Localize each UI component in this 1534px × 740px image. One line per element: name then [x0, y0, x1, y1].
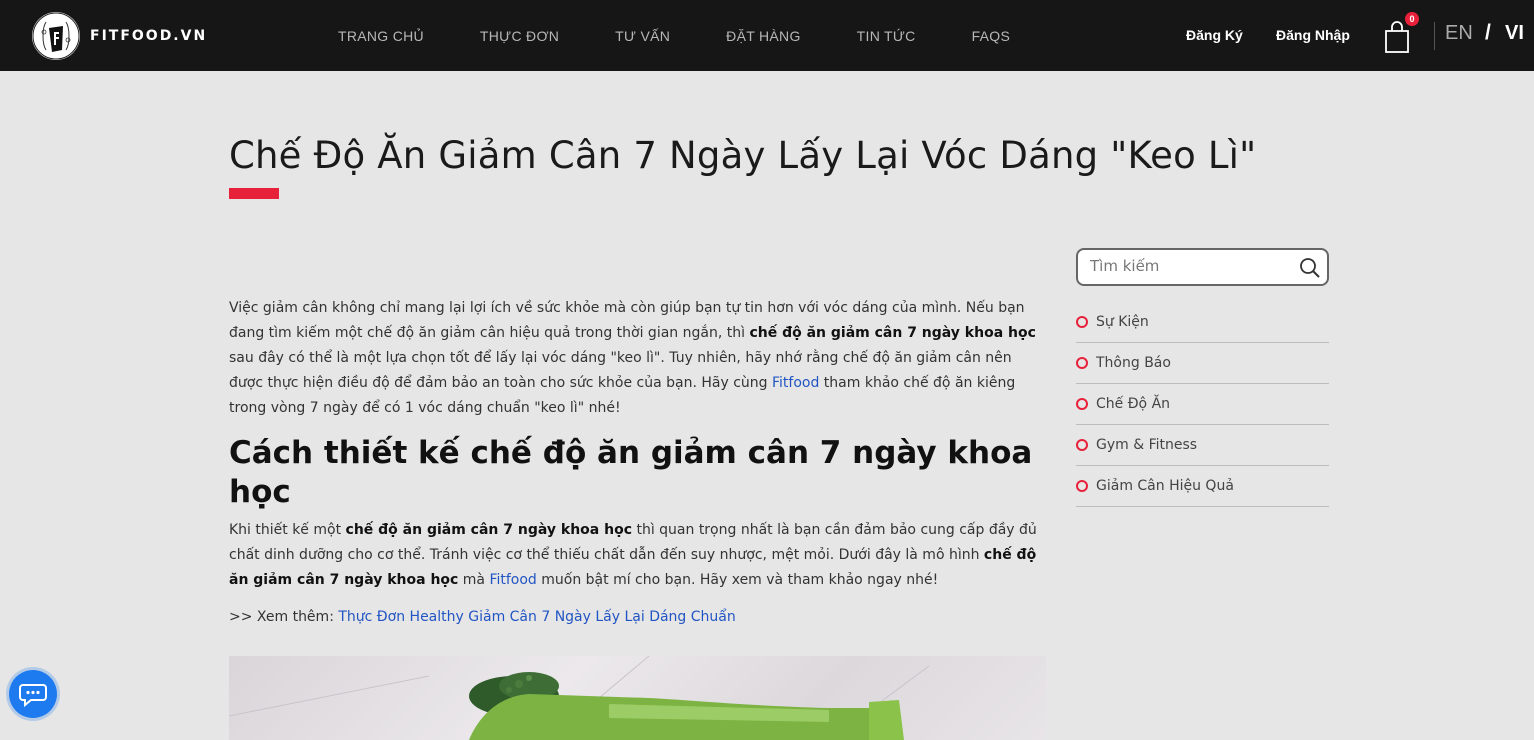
section-heading: Cách thiết kế chế độ ăn giảm cân 7 ngày …	[229, 435, 1033, 510]
nav-trang-chu[interactable]: TRANG CHỦ	[338, 28, 424, 44]
search-icon[interactable]	[1299, 257, 1321, 279]
intro-paragraph: Việc giảm cân không chỉ mang lại lợi ích…	[229, 296, 1047, 421]
lang-separator: /	[1485, 21, 1491, 44]
article-body: Việc giảm cân không chỉ mang lại lợi ích…	[229, 296, 1047, 625]
category-gym-fitness[interactable]: Gym & Fitness	[1076, 425, 1329, 466]
bullet-icon	[1076, 480, 1088, 492]
category-label: Gym & Fitness	[1096, 437, 1198, 453]
lang-en-link[interactable]: EN	[1445, 22, 1473, 45]
category-label: Giảm Cân Hiệu Quả	[1096, 478, 1234, 494]
category-label: Chế Độ Ăn	[1096, 396, 1171, 412]
login-link[interactable]: Đăng Nhập	[1276, 27, 1350, 43]
main-nav: TRANG CHỦ THỰC ĐƠN TƯ VẤN ĐẶT HÀNG TIN T…	[310, 0, 1066, 71]
category-list: Sự Kiện Thông Báo Chế Độ Ăn Gym & Fitnes…	[1076, 302, 1329, 507]
title-underline	[229, 188, 279, 199]
category-su-kien[interactable]: Sự Kiện	[1076, 302, 1329, 343]
page-title: Chế Độ Ăn Giảm Cân 7 Ngày Lấy Lại Vóc Dá…	[229, 134, 1257, 177]
bullet-icon	[1076, 398, 1088, 410]
logo[interactable]: FITFOOD.VN	[32, 12, 207, 60]
nav-dat-hang[interactable]: ĐẶT HÀNG	[726, 28, 801, 44]
fitfood-link[interactable]: Fitfood	[772, 375, 819, 391]
section-text-3: mà	[458, 572, 490, 588]
search-input[interactable]	[1090, 257, 1290, 275]
nav-thuc-don[interactable]: THỰC ĐƠN	[480, 28, 559, 44]
section-text-1: Khi thiết kế một	[229, 522, 346, 538]
category-giam-can[interactable]: Giảm Cân Hiệu Quả	[1076, 466, 1329, 507]
fitfood-logo-icon	[32, 12, 80, 60]
category-label: Sự Kiện	[1096, 314, 1149, 330]
broccoli-image	[229, 656, 1046, 740]
nav-faqs[interactable]: FAQS	[972, 28, 1011, 44]
lang-divider	[1434, 22, 1435, 50]
see-more-prefix: >> Xem thêm:	[229, 609, 339, 625]
fitfood-link-2[interactable]: Fitfood	[489, 572, 536, 588]
bullet-icon	[1076, 316, 1088, 328]
intro-keyword: chế độ ăn giảm cân 7 ngày khoa học	[749, 325, 1036, 341]
section-text-4: muốn bật mí cho bạn. Hãy xem và tham khả…	[536, 572, 939, 588]
register-link[interactable]: Đăng Ký	[1186, 27, 1243, 43]
nav-tu-van[interactable]: TƯ VẤN	[615, 28, 670, 44]
cart-icon[interactable]	[1384, 20, 1410, 54]
category-label: Thông Báo	[1096, 355, 1171, 371]
nav-tin-tuc[interactable]: TIN TỨC	[857, 28, 916, 44]
cart-count-badge: 0	[1405, 12, 1419, 26]
logo-text: FITFOOD.VN	[90, 28, 208, 44]
see-more-line: >> Xem thêm: Thực Đơn Healthy Giảm Cân 7…	[229, 609, 1047, 625]
site-header: FITFOOD.VN TRANG CHỦ THỰC ĐƠN TƯ VẤN ĐẶT…	[0, 0, 1534, 71]
see-more-link[interactable]: Thực Đơn Healthy Giảm Cân 7 Ngày Lấy Lại…	[338, 609, 735, 625]
lang-vi-link[interactable]: VI	[1505, 22, 1524, 45]
category-thong-bao[interactable]: Thông Báo	[1076, 343, 1329, 384]
chat-icon	[19, 684, 47, 707]
category-che-do-an[interactable]: Chế Độ Ăn	[1076, 384, 1329, 425]
section-paragraph: Khi thiết kế một chế độ ăn giảm cân 7 ng…	[229, 518, 1047, 593]
bullet-icon	[1076, 357, 1088, 369]
section-keyword-1: chế độ ăn giảm cân 7 ngày khoa học	[345, 522, 632, 538]
bullet-icon	[1076, 439, 1088, 451]
chat-button[interactable]	[9, 670, 57, 718]
search-box	[1076, 248, 1329, 286]
